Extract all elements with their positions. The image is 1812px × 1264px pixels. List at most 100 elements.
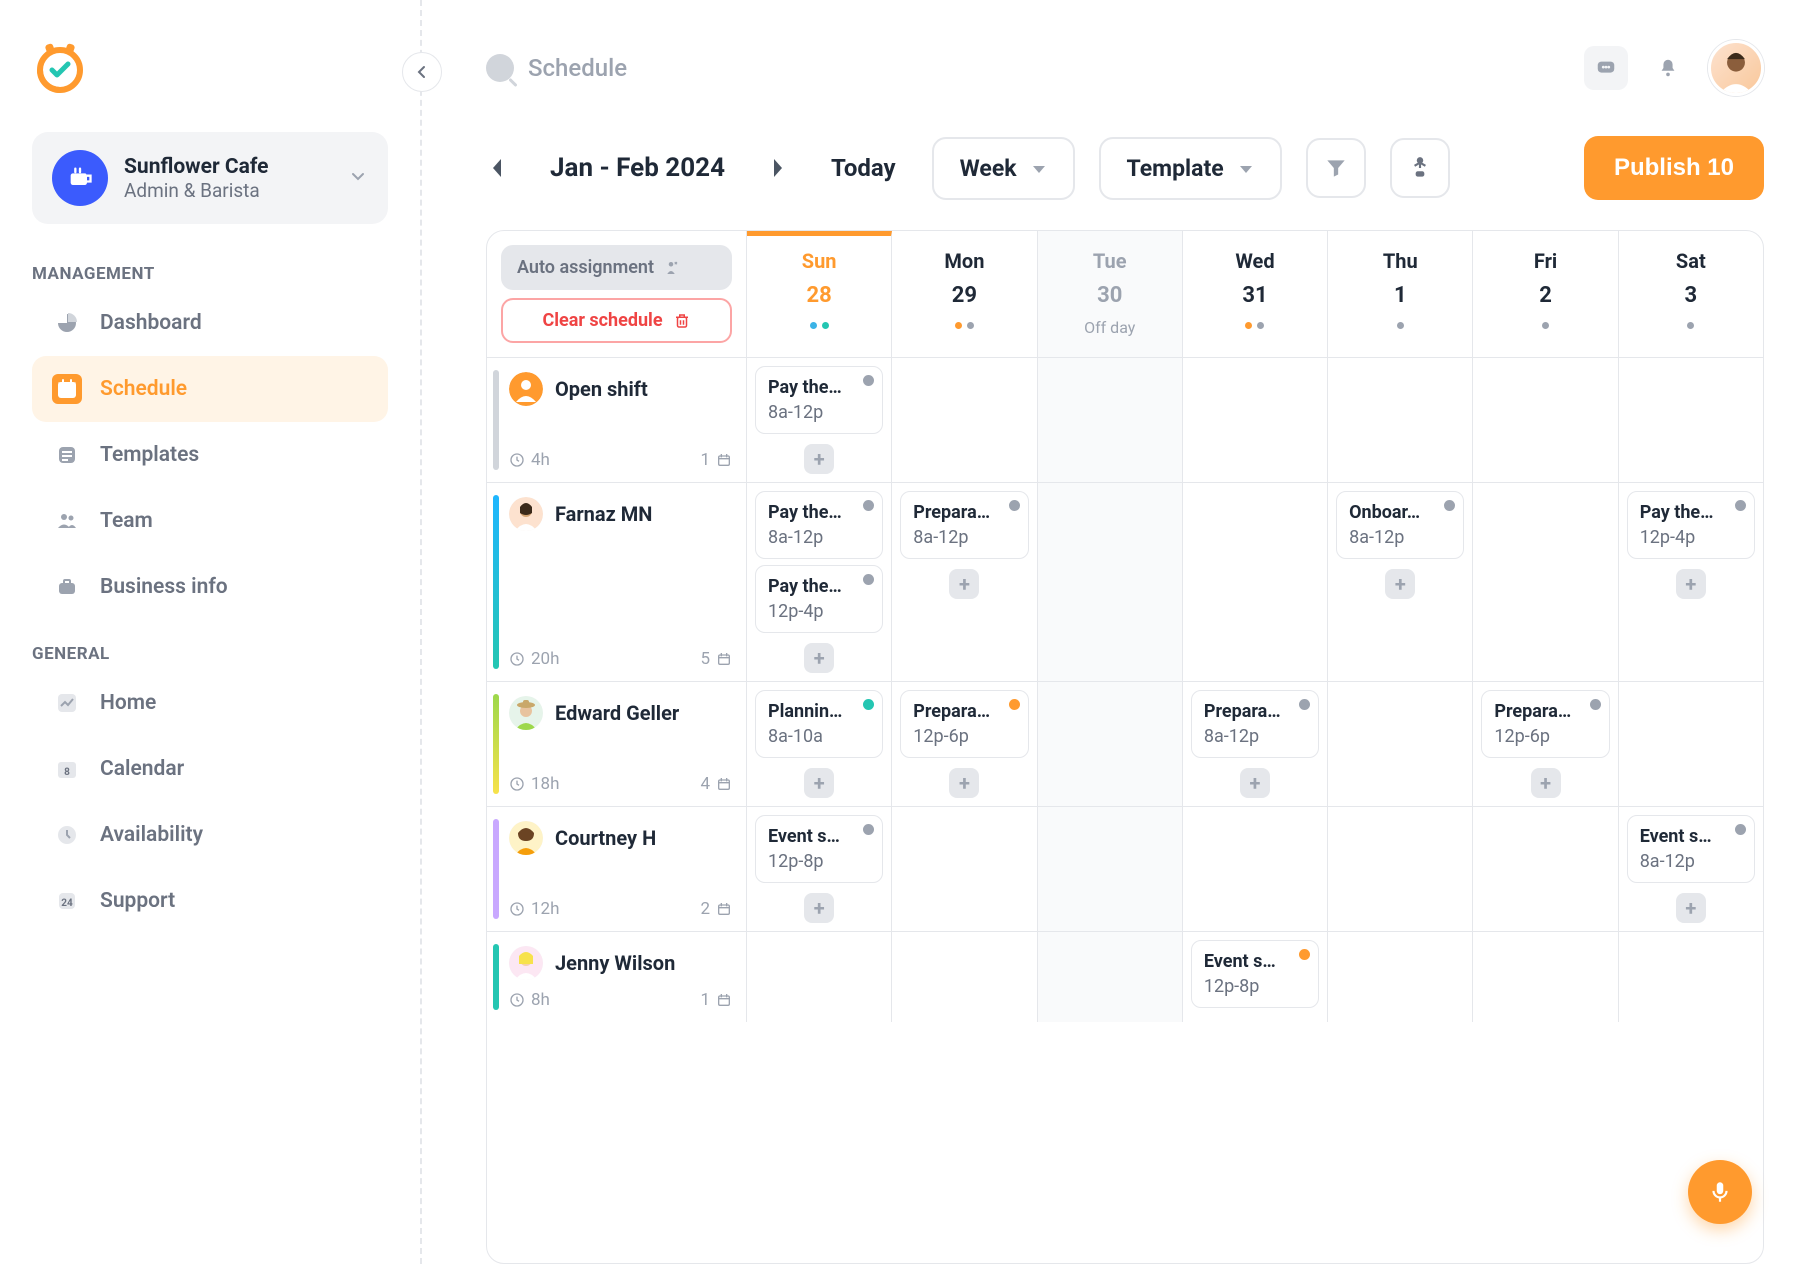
schedule-cell[interactable] [1328, 807, 1473, 931]
schedule-cell[interactable]: Onboar…8a-12p + [1328, 483, 1473, 681]
add-shift-button[interactable]: + [949, 768, 979, 798]
schedule-cell[interactable] [1038, 358, 1183, 482]
schedule-cell[interactable] [1473, 483, 1618, 681]
schedule-cell[interactable] [1619, 932, 1763, 1022]
search-input[interactable]: Schedule [486, 54, 1566, 82]
view-dropdown[interactable]: Week [932, 137, 1075, 200]
shift-status-dot [1590, 699, 1601, 710]
add-shift-button[interactable]: + [1240, 768, 1270, 798]
schedule-cell[interactable] [1183, 807, 1328, 931]
schedule-cell[interactable] [1183, 358, 1328, 482]
schedule-cell[interactable] [1473, 932, 1618, 1022]
schedule-cell[interactable] [747, 932, 892, 1022]
shift-card[interactable]: Event s…8a-12p [1627, 815, 1755, 883]
schedule-cell[interactable] [1328, 932, 1473, 1022]
schedule-cell[interactable] [1473, 358, 1618, 482]
sidebar-item-templates[interactable]: Templates [32, 422, 388, 488]
shift-card[interactable]: Pay the…12p-4p [755, 565, 883, 633]
schedule-cell[interactable] [1328, 358, 1473, 482]
schedule-cell[interactable] [1038, 483, 1183, 681]
schedule-cell[interactable] [1473, 807, 1618, 931]
notifications-button[interactable] [1646, 46, 1690, 90]
day-header[interactable]: Thu1 [1328, 231, 1473, 357]
schedule-cell[interactable]: Event s…12p-8p + [747, 807, 892, 931]
day-header[interactable]: Mon29 [892, 231, 1037, 357]
schedule-cell[interactable]: Plannin…8a-10a + [747, 682, 892, 806]
sidebar-item-business[interactable]: Business info [32, 554, 388, 620]
add-shift-button[interactable]: + [1676, 893, 1706, 923]
day-header[interactable]: Fri2 [1473, 231, 1618, 357]
add-shift-button[interactable]: + [1531, 768, 1561, 798]
auto-assignment-button[interactable]: Auto assignment [501, 245, 732, 290]
add-shift-button[interactable]: + [1676, 569, 1706, 599]
schedule-cell[interactable]: Pay the…8a-12p + [747, 358, 892, 482]
add-shift-button[interactable]: + [949, 569, 979, 599]
template-dropdown[interactable]: Template [1099, 137, 1282, 200]
shift-card[interactable]: Event s…12p-8p [1191, 940, 1319, 1008]
publish-button[interactable]: Publish 10 [1584, 136, 1764, 200]
add-shift-button[interactable]: + [804, 768, 834, 798]
shift-status-dot [863, 574, 874, 585]
shift-card[interactable]: Pay the…8a-12p [755, 366, 883, 434]
shift-status-dot [1444, 500, 1455, 511]
shift-title: Prepara… [913, 502, 1015, 523]
template-label: Template [1127, 155, 1224, 182]
sidebar-item-dashboard[interactable]: Dashboard [32, 290, 388, 356]
messages-button[interactable] [1584, 46, 1628, 90]
shift-card[interactable]: Pay the…12p-4p [1627, 491, 1755, 559]
schedule-cell[interactable]: Event s…12p-8p [1183, 932, 1328, 1022]
sidebar-item-home[interactable]: Home [32, 670, 388, 736]
schedule-cell[interactable] [892, 807, 1037, 931]
schedule-cell[interactable]: Prepara…8a-12p + [892, 483, 1037, 681]
schedule-cell[interactable]: Prepara…8a-12p + [1183, 682, 1328, 806]
sidebar-item-support[interactable]: 24Support [32, 868, 388, 934]
workspace-selector[interactable]: Sunflower Cafe Admin & Barista [32, 132, 388, 224]
day-header[interactable]: Sat3 [1619, 231, 1763, 357]
shift-card[interactable]: Pay the…8a-12p [755, 491, 883, 559]
collapse-sidebar-button[interactable] [402, 52, 442, 92]
sidebar-item-calendar[interactable]: 8Calendar [32, 736, 388, 802]
shift-card[interactable]: Prepara…8a-12p [900, 491, 1028, 559]
prev-period-button[interactable] [486, 154, 508, 182]
shift-card[interactable]: Prepara…12p-6p [900, 690, 1028, 758]
date-range: Jan - Feb 2024 [550, 153, 725, 183]
schedule-cell[interactable] [1619, 358, 1763, 482]
chart-icon [52, 688, 82, 718]
schedule-cell[interactable] [892, 358, 1037, 482]
shift-card[interactable]: Event s…12p-8p [755, 815, 883, 883]
filter-button[interactable] [1306, 138, 1366, 198]
sidebar-item-schedule[interactable]: Schedule [32, 356, 388, 422]
day-header[interactable]: Tue30Off day [1038, 231, 1183, 357]
schedule-cell[interactable] [1038, 682, 1183, 806]
day-header[interactable]: Wed31 [1183, 231, 1328, 357]
day-header[interactable]: Sun28 [747, 231, 892, 357]
schedule-cell[interactable] [1619, 682, 1763, 806]
schedule-cell[interactable]: Prepara…12p-6p + [892, 682, 1037, 806]
shift-card[interactable]: Onboar…8a-12p [1336, 491, 1464, 559]
sidebar-item-team[interactable]: Team [32, 488, 388, 554]
voice-fab[interactable] [1688, 1160, 1752, 1224]
user-avatar[interactable] [1708, 40, 1764, 96]
schedule-cell[interactable] [1328, 682, 1473, 806]
schedule-cell[interactable]: Pay the…12p-4p + [1619, 483, 1763, 681]
share-button[interactable] [1390, 138, 1450, 198]
add-shift-button[interactable]: + [804, 643, 834, 673]
sidebar-item-availability[interactable]: Availability [32, 802, 388, 868]
shift-card[interactable]: Prepara…8a-12p [1191, 690, 1319, 758]
add-shift-button[interactable]: + [1385, 569, 1415, 599]
schedule-cell[interactable] [892, 932, 1037, 1022]
schedule-cell[interactable]: Pay the…8a-12pPay the…12p-4p + [747, 483, 892, 681]
schedule-cell[interactable] [1183, 483, 1328, 681]
add-shift-button[interactable]: + [804, 893, 834, 923]
schedule-cell[interactable]: Event s…8a-12p + [1619, 807, 1763, 931]
schedule-cell[interactable] [1038, 932, 1183, 1022]
shift-card[interactable]: Plannin…8a-10a [755, 690, 883, 758]
schedule-cell[interactable]: Prepara…12p-6p + [1473, 682, 1618, 806]
next-period-button[interactable] [767, 154, 789, 182]
clear-schedule-button[interactable]: Clear schedule [501, 298, 732, 343]
today-button[interactable]: Today [831, 154, 896, 182]
shift-status-dot [863, 500, 874, 511]
add-shift-button[interactable]: + [804, 444, 834, 474]
schedule-cell[interactable] [1038, 807, 1183, 931]
shift-card[interactable]: Prepara…12p-6p [1481, 690, 1609, 758]
